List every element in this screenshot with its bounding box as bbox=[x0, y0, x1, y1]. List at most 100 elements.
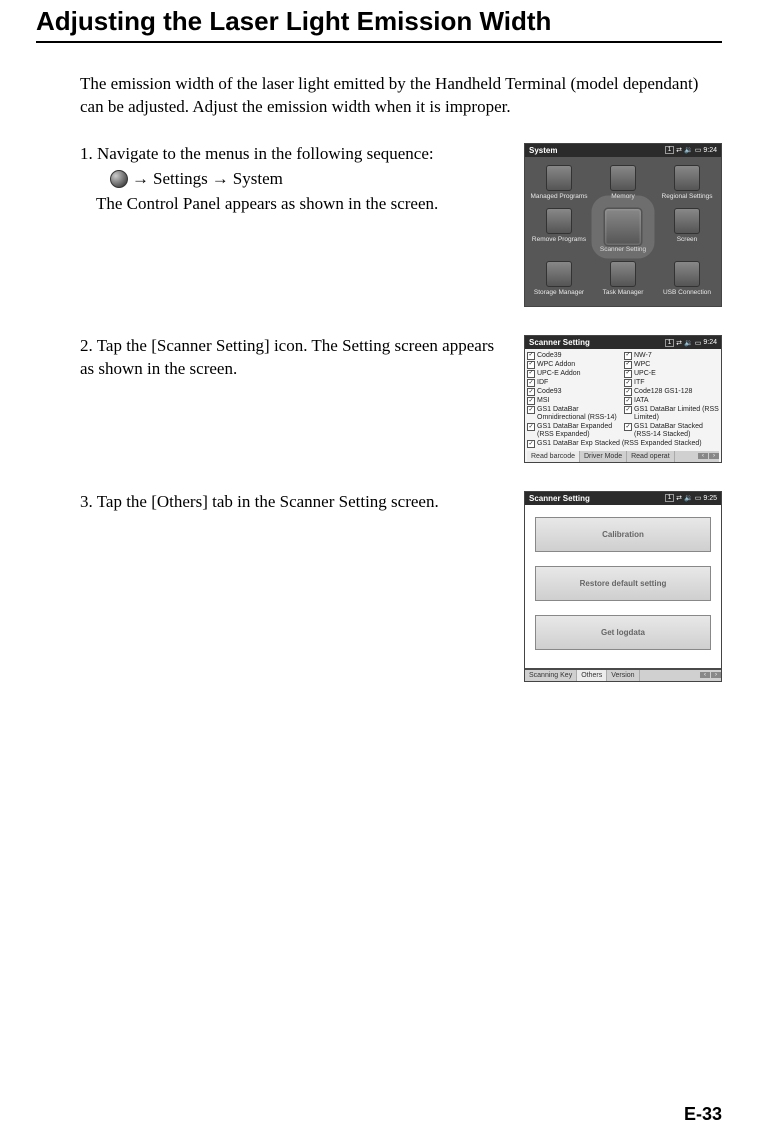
sys-managed-programs[interactable]: Managed Programs bbox=[527, 161, 591, 204]
step-1: 1. Navigate to the menus in the followin… bbox=[80, 143, 722, 307]
sys-screen[interactable]: Screen bbox=[655, 204, 719, 257]
clock: 9:24 bbox=[703, 147, 717, 154]
sys-usb-connection[interactable]: USB Connection bbox=[655, 257, 719, 300]
clock: 9:25 bbox=[703, 495, 717, 502]
tab-scroll-right[interactable]: › bbox=[709, 453, 719, 459]
checkbox-icon bbox=[527, 361, 535, 369]
signal-icon: ⇄ bbox=[676, 494, 682, 502]
sim-indicator-icon: 1 bbox=[665, 146, 674, 154]
tab-scanning-key[interactable]: Scanning Key bbox=[525, 670, 577, 681]
checkbox-icon bbox=[624, 423, 632, 431]
chk-itf[interactable]: ITF bbox=[624, 378, 719, 387]
chk-nw7[interactable]: NW-7 bbox=[624, 351, 719, 360]
step-1-nav: → Settings → System bbox=[110, 168, 506, 191]
chk-gs1-stacked[interactable]: GS1 DataBar Stacked (RSS-14 Stacked) bbox=[624, 423, 719, 440]
task-manager-icon bbox=[610, 261, 636, 287]
system-icon-grid: Managed Programs Memory Regional Setting… bbox=[525, 157, 721, 306]
chk-iata[interactable]: IATA bbox=[624, 397, 719, 406]
checkbox-icon bbox=[624, 361, 632, 369]
intro-paragraph: The emission width of the laser light em… bbox=[80, 73, 702, 119]
sys-regional-settings[interactable]: Regional Settings bbox=[655, 161, 719, 204]
tab-scroll-left[interactable]: ‹ bbox=[700, 672, 710, 678]
tab-scroll-right[interactable]: › bbox=[711, 672, 721, 678]
battery-icon: ▭ bbox=[695, 494, 702, 502]
arrow-icon: → bbox=[212, 168, 229, 191]
chk-msi[interactable]: MSI bbox=[527, 397, 622, 406]
sim-indicator-icon: 1 bbox=[665, 494, 674, 502]
sys-remove-programs[interactable]: Remove Programs bbox=[527, 204, 591, 257]
chk-gs1-expanded[interactable]: GS1 DataBar Expanded (RSS Expanded) bbox=[527, 423, 622, 440]
tab-version[interactable]: Version bbox=[607, 670, 639, 681]
calibration-button[interactable]: Calibration bbox=[535, 517, 711, 552]
step-2-text: 2. Tap the [Scanner Setting] icon. The S… bbox=[80, 335, 506, 381]
speaker-icon: 🔉 bbox=[684, 494, 693, 502]
chk-upce[interactable]: UPC-E bbox=[624, 369, 719, 378]
tab-read-operation[interactable]: Read operat bbox=[627, 451, 675, 462]
checkbox-icon bbox=[624, 388, 632, 396]
battery-icon: ▭ bbox=[695, 146, 702, 154]
window-title: Scanner Setting bbox=[529, 494, 590, 503]
chk-gs1-omni[interactable]: GS1 DataBar Omnidirectional (RSS-14) bbox=[527, 406, 622, 423]
sys-memory[interactable]: Memory bbox=[591, 161, 655, 204]
chk-idf[interactable]: IDF bbox=[527, 378, 622, 387]
status-area: 1 ⇄ 🔉 ▭ 9:24 bbox=[665, 146, 717, 154]
chk-wpc-addon[interactable]: WPC Addon bbox=[527, 360, 622, 369]
tab-row: Read barcode Driver Mode Read operat ‹ › bbox=[527, 451, 719, 462]
tab-others[interactable]: Others bbox=[577, 670, 607, 681]
titlebar: Scanner Setting 1 ⇄ 🔉 ▭ 9:25 bbox=[525, 492, 721, 505]
tab-scroll-left[interactable]: ‹ bbox=[698, 453, 708, 459]
page-title: Adjusting the Laser Light Emission Width bbox=[36, 6, 722, 37]
signal-icon: ⇄ bbox=[676, 339, 682, 347]
chk-wpc[interactable]: WPC bbox=[624, 360, 719, 369]
regional-icon bbox=[674, 165, 700, 191]
screenshot-system-panel: System 1 ⇄ 🔉 ▭ 9:24 Managed Programs Mem… bbox=[524, 143, 722, 307]
chk-upce-addon[interactable]: UPC-E Addon bbox=[527, 369, 622, 378]
step-2-line: Tap the [Scanner Setting] icon. The Sett… bbox=[80, 336, 494, 378]
checkbox-icon bbox=[527, 440, 535, 448]
checkbox-icon bbox=[624, 370, 632, 378]
screen-icon bbox=[674, 208, 700, 234]
get-logdata-button[interactable]: Get logdata bbox=[535, 615, 711, 650]
titlebar: System 1 ⇄ 🔉 ▭ 9:24 bbox=[525, 144, 721, 157]
sys-storage-manager[interactable]: Storage Manager bbox=[527, 257, 591, 300]
clock: 9:24 bbox=[703, 339, 717, 346]
nav-settings: Settings bbox=[153, 168, 208, 191]
page-number: E-33 bbox=[684, 1104, 722, 1125]
remove-icon bbox=[546, 208, 572, 234]
storage-icon bbox=[546, 261, 572, 287]
tab-read-barcode[interactable]: Read barcode bbox=[527, 451, 580, 462]
checkbox-icon bbox=[624, 397, 632, 405]
chk-gs1-exp-stacked[interactable]: GS1 DataBar Exp Stacked (RSS Expanded St… bbox=[527, 440, 719, 449]
step-3: 3. Tap the [Others] tab in the Scanner S… bbox=[80, 491, 722, 682]
start-menu-icon bbox=[110, 170, 128, 188]
screenshot-scanner-others: Scanner Setting 1 ⇄ 🔉 ▭ 9:25 Calibration… bbox=[524, 491, 722, 682]
checkbox-icon bbox=[527, 388, 535, 396]
checkbox-icon bbox=[624, 379, 632, 387]
checkbox-icon bbox=[527, 406, 535, 414]
chk-code39[interactable]: Code39 bbox=[527, 351, 622, 360]
step-1-text: 1. Navigate to the menus in the followin… bbox=[80, 143, 506, 216]
barcode-options-panel: Code39 NW-7 WPC Addon WPC UPC-E Addon UP… bbox=[525, 349, 721, 462]
step-2-number: 2. bbox=[80, 336, 93, 355]
tab-row: Scanning Key Others Version ‹ › bbox=[525, 670, 721, 681]
window-title: Scanner Setting bbox=[529, 338, 590, 347]
screenshot-scanner-setting: Scanner Setting 1 ⇄ 🔉 ▭ 9:24 Code39 NW-7… bbox=[524, 335, 722, 463]
step-1-number: 1. bbox=[80, 144, 93, 163]
speaker-icon: 🔉 bbox=[684, 339, 693, 347]
step-3-text: 3. Tap the [Others] tab in the Scanner S… bbox=[80, 491, 506, 514]
programs-icon bbox=[546, 165, 572, 191]
tab-driver-mode[interactable]: Driver Mode bbox=[580, 451, 627, 462]
sys-scanner-setting[interactable]: Scanner Setting bbox=[591, 204, 655, 257]
sim-indicator-icon: 1 bbox=[665, 339, 674, 347]
signal-icon: ⇄ bbox=[676, 146, 682, 154]
chk-code128[interactable]: Code128 GS1-128 bbox=[624, 387, 719, 396]
sys-task-manager[interactable]: Task Manager bbox=[591, 257, 655, 300]
memory-icon bbox=[610, 165, 636, 191]
usb-icon bbox=[674, 261, 700, 287]
window-title: System bbox=[529, 146, 557, 155]
checkbox-icon bbox=[527, 370, 535, 378]
chk-code93[interactable]: Code93 bbox=[527, 387, 622, 396]
checkbox-icon bbox=[624, 406, 632, 414]
restore-default-button[interactable]: Restore default setting bbox=[535, 566, 711, 601]
chk-gs1-limited[interactable]: GS1 DataBar Limited (RSS Limited) bbox=[624, 406, 719, 423]
